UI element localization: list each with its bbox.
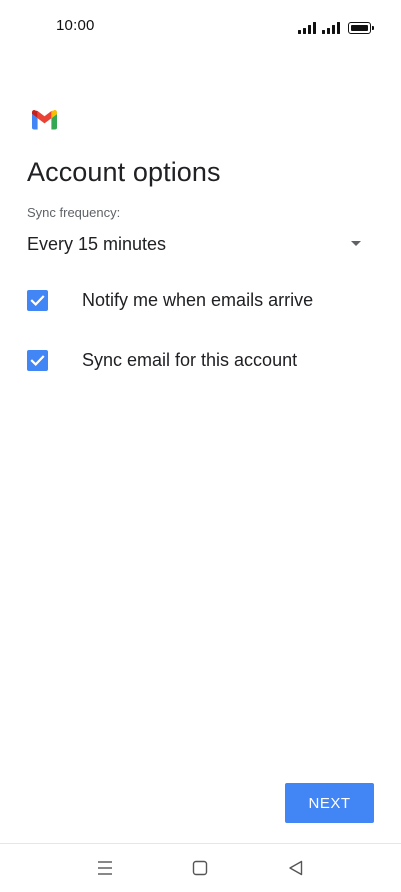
back-icon[interactable] (284, 858, 308, 878)
sync-frequency-dropdown[interactable]: Every 15 minutes (27, 228, 367, 260)
sync-email-option[interactable]: Sync email for this account (27, 345, 377, 375)
checkmark-icon (30, 355, 45, 366)
signal-icon (322, 22, 340, 34)
next-button[interactable]: NEXT (285, 783, 374, 823)
page-title: Account options (27, 157, 221, 187)
checkmark-icon (30, 295, 45, 306)
sync-email-label: Sync email for this account (82, 350, 298, 370)
notify-option[interactable]: Notify me when emails arrive (27, 285, 377, 315)
notify-label: Notify me when emails arrive (82, 290, 314, 310)
battery-icon (348, 22, 374, 34)
signal-icon (298, 22, 316, 34)
dropdown-arrow-icon (351, 241, 361, 246)
menu-icon[interactable] (93, 858, 117, 878)
sync-frequency-value: Every 15 minutes (27, 234, 167, 254)
sync-frequency-label: Sync frequency: (27, 205, 121, 220)
home-icon[interactable] (188, 858, 212, 878)
sync-email-checkbox[interactable] (27, 350, 48, 371)
gmail-logo-icon (32, 110, 57, 130)
notify-checkbox[interactable] (27, 290, 48, 311)
status-time: 10:00 (56, 17, 95, 34)
navigation-bar (0, 844, 401, 892)
status-icons (298, 18, 374, 34)
status-bar: 10:00 (0, 0, 401, 54)
